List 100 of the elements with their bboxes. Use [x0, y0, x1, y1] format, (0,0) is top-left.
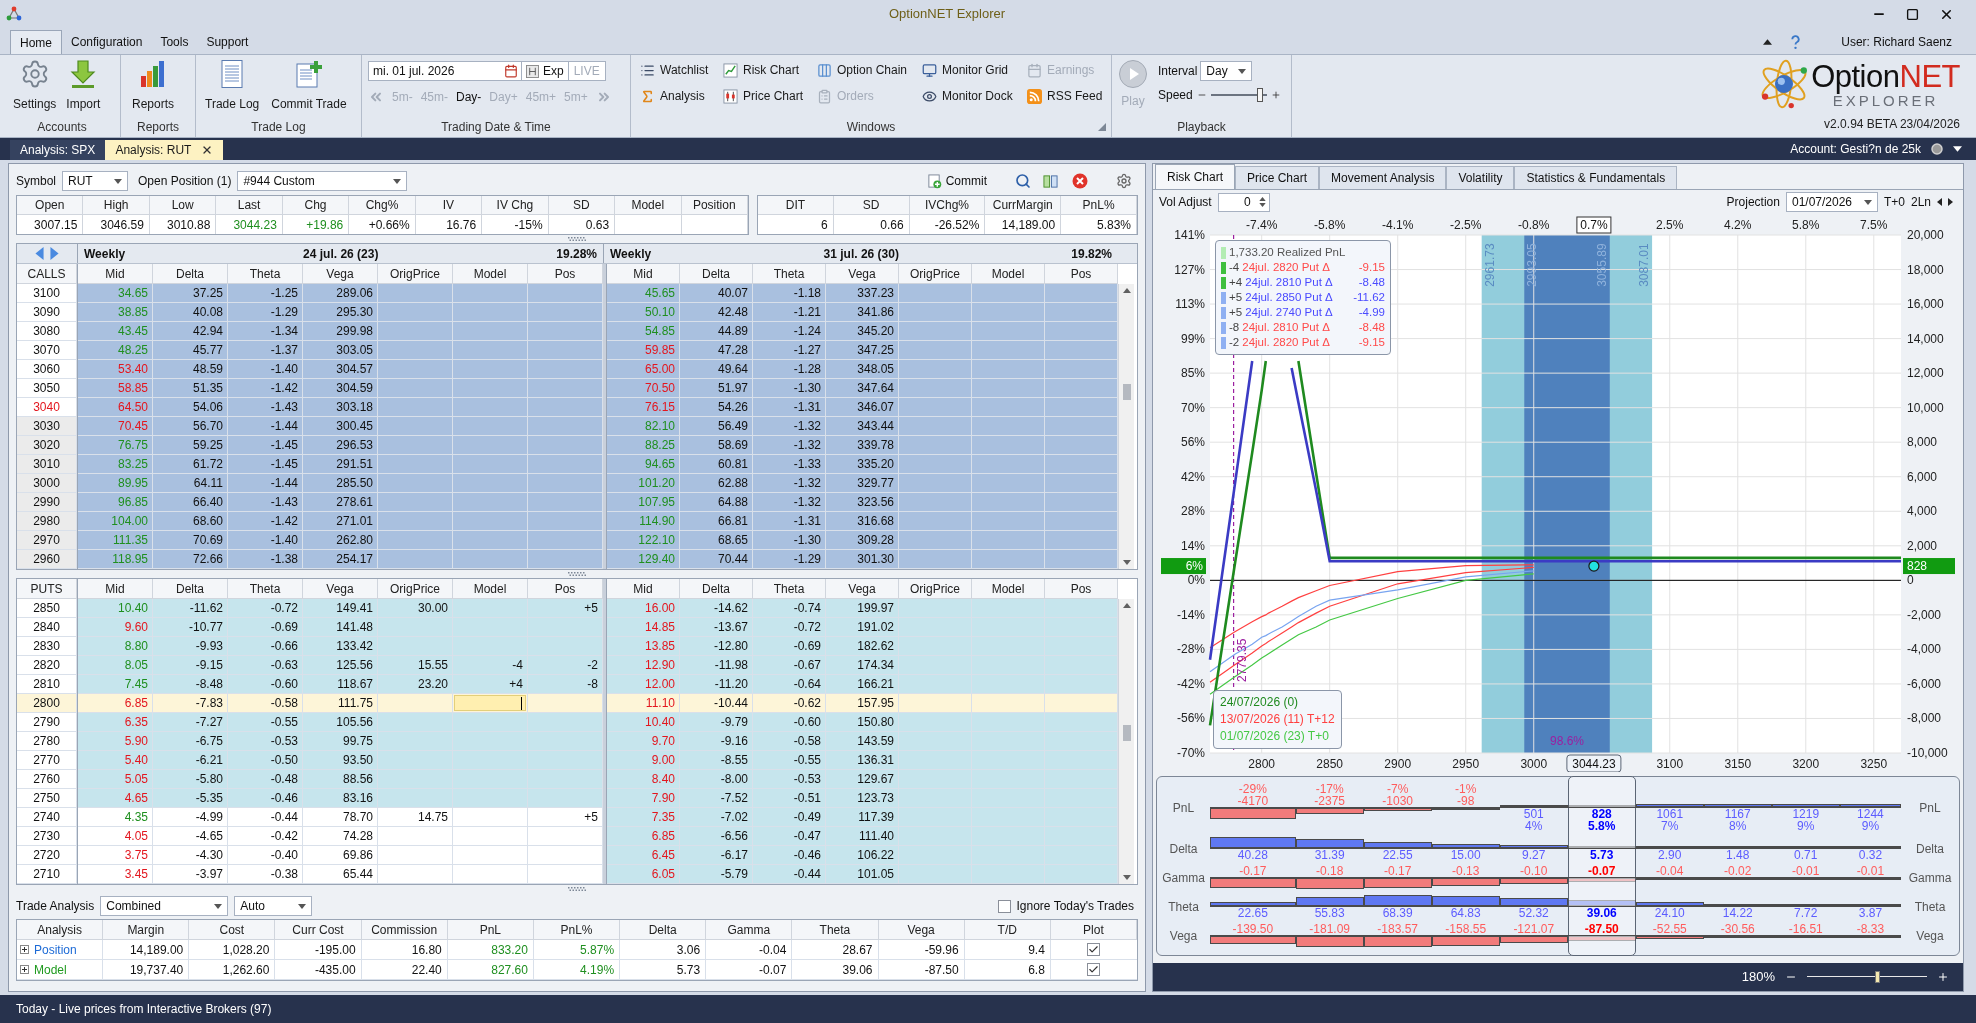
column-header: DIT — [758, 196, 834, 215]
axis-label: -2,000 — [1907, 607, 1942, 622]
axis-label: 0 — [1907, 573, 1914, 588]
table-cell: 9.4 — [964, 940, 1051, 960]
column-header: PnL — [447, 920, 534, 940]
axis-label: 20,000 — [1907, 228, 1944, 242]
column-header: Vega — [303, 579, 378, 599]
leg-quantity: -4 — [1229, 260, 1240, 275]
pnl-percent-badge: 6% — [1161, 558, 1206, 575]
table-cell: 70.44 — [680, 550, 753, 569]
leg-description: 24jul. 2820 Put Δ — [1242, 260, 1330, 275]
axis-label: -4.1% — [1382, 218, 1414, 232]
table-cell: 3007.15 — [17, 215, 84, 234]
greek-value: 7.72 — [1794, 907, 1818, 919]
table-cell: 0.66 — [833, 215, 910, 234]
axis-label: 0% — [1187, 573, 1205, 588]
axis-label: 3150 — [1724, 757, 1752, 771]
greek-value: 1244 — [1857, 808, 1884, 820]
table-cell: -1.29 — [753, 550, 826, 569]
expiry-type: Weekly — [610, 245, 652, 263]
expiry-iv: 19.82% — [1071, 245, 1112, 263]
zoom-value: 180% — [1741, 968, 1775, 987]
band-label: 2993.05 — [1525, 243, 1540, 287]
table-cell: 6 — [758, 215, 834, 234]
leg-delta: -8.48 — [1358, 320, 1385, 335]
column-header: Chg — [282, 196, 350, 215]
user-label: User: Richard Saenz — [1841, 34, 1952, 51]
axis-label: 99% — [1180, 331, 1205, 346]
greek-value: -52.55 — [1652, 923, 1687, 935]
greek-value: -2375 — [1314, 795, 1346, 807]
row-name: Model — [34, 961, 67, 979]
leg-description: 24jul. 2740 Put Δ — [1245, 305, 1333, 320]
axis-label: 14,000 — [1907, 331, 1944, 346]
greek-value: 39.06 — [1586, 907, 1617, 919]
strike-cell: 2710 — [17, 865, 77, 884]
axis-label: 2900 — [1384, 757, 1412, 771]
greek-value: 501 — [1523, 808, 1544, 820]
greek-value: 1219 — [1792, 808, 1820, 820]
table-cell: 3.45 — [78, 865, 153, 884]
table-cell: -1.38 — [228, 550, 303, 569]
axis-label: 70% — [1180, 400, 1205, 415]
axis-label: 141% — [1174, 228, 1205, 242]
table-cell: 101.05 — [826, 865, 899, 884]
greek-value: 1061 — [1656, 808, 1684, 820]
greek-value: -87.50 — [1584, 923, 1619, 935]
greek-value: -0.10 — [1520, 865, 1548, 877]
account-label: Account: Gesti?n de 25k — [1790, 141, 1921, 158]
row-label: Gamma — [1908, 869, 1952, 887]
greek-value: 64.83 — [1450, 907, 1481, 919]
greek-percent: 9% — [1797, 820, 1815, 832]
column-header: Delta — [153, 264, 228, 284]
row-label: Theta — [1914, 898, 1946, 916]
greek-value: -8.33 — [1856, 923, 1885, 935]
leg-quantity: -8 — [1229, 320, 1240, 335]
axis-label: 4,000 — [1907, 504, 1938, 519]
leg-description: 24jul. 2850 Put Δ — [1245, 290, 1333, 305]
group-label: Trading Date & Time — [441, 119, 551, 136]
column-header: Open — [17, 196, 84, 215]
column-header: SD — [548, 196, 616, 215]
axis-label: 3250 — [1860, 757, 1888, 771]
column-header: PUTS — [17, 579, 77, 599]
table-cell: -435.00 — [275, 960, 362, 980]
table-cell: 6.8 — [964, 960, 1051, 980]
greek-value: -121.07 — [1513, 923, 1555, 935]
leg-description: 24jul. 2820 Put Δ — [1242, 335, 1330, 350]
greek-value: 68.39 — [1382, 907, 1413, 919]
column-header: Position — [681, 196, 748, 215]
price-move-label: 0.7% — [1576, 216, 1612, 234]
strike-cell: 3010 — [17, 455, 77, 474]
table-cell: 22.40 — [361, 960, 448, 980]
greek-percent: -7% — [1387, 783, 1409, 795]
strike-cell: 3060 — [17, 360, 77, 379]
greek-value: -16.51 — [1788, 923, 1823, 935]
greek-value: 1167 — [1724, 808, 1751, 820]
column-header: Mid — [78, 579, 153, 599]
probability-label: 98.6% — [1550, 734, 1585, 748]
greek-value: -0.04 — [1656, 865, 1684, 877]
table-cell: 3046.59 — [83, 215, 150, 234]
axis-label: 18,000 — [1907, 262, 1944, 277]
axis-label: -5.8% — [1314, 218, 1346, 232]
table-cell: -15% — [482, 215, 549, 234]
table-cell: -0.44 — [753, 865, 826, 884]
legend-label: 13/07/2026 (11) T+12 — [1220, 711, 1335, 728]
column-header: IV Chg — [482, 196, 549, 215]
table-cell: 72.66 — [153, 550, 228, 569]
greek-value: 52.32 — [1518, 907, 1549, 919]
greek-percent: 8% — [1729, 820, 1747, 832]
column-header: Curr Cost — [275, 920, 362, 940]
axis-label: 3000 — [1520, 757, 1548, 771]
table-cell: 39.06 — [792, 960, 879, 980]
column-header: IV — [415, 196, 483, 215]
axis-label: 6,000 — [1907, 469, 1938, 484]
table-cell: -3.97 — [153, 865, 228, 884]
strike-cell: 2740 — [17, 808, 77, 827]
strike-cell: 2790 — [17, 713, 77, 732]
table-cell: 1,028.20 — [189, 940, 276, 960]
column-header: Pos — [528, 264, 603, 284]
row-name: Position — [34, 941, 77, 959]
legend-label: 24/07/2026 (0) — [1220, 694, 1300, 711]
column-header: Gamma — [706, 920, 793, 940]
